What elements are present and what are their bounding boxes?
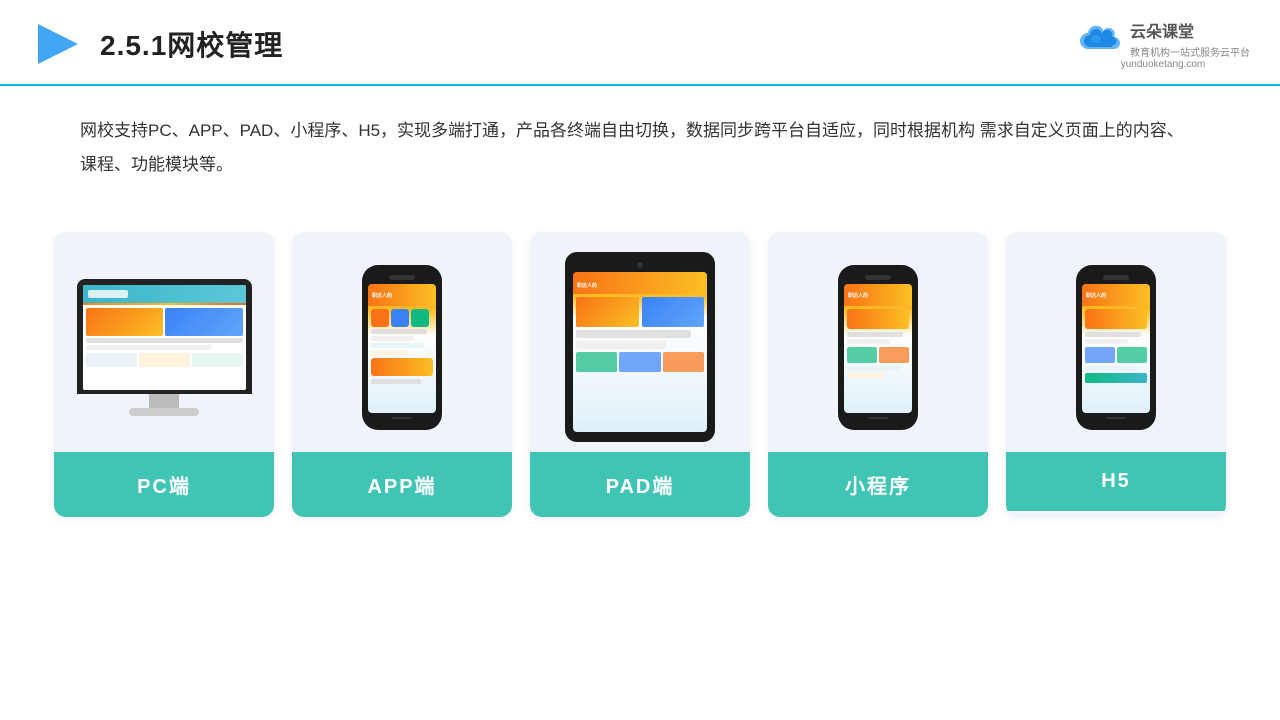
logo-arrow-icon bbox=[30, 18, 82, 70]
miniapp-phone-icon: 职达人的 bbox=[838, 265, 918, 430]
card-pc: PC端 bbox=[54, 232, 274, 517]
cards-container: PC端 职达人的 bbox=[0, 202, 1280, 517]
header-right: 云朵课堂 教育机构一站式服务云平台 yunduoketang.com bbox=[1076, 18, 1250, 70]
card-h5-image: 职达人的 bbox=[1006, 232, 1226, 452]
card-pad: 职达人的 bbox=[530, 232, 750, 517]
description-text: 网校支持PC、APP、PAD、小程序、H5，实现多端打通，产品各终端自由切换，数… bbox=[0, 86, 1280, 192]
app-phone-icon: 职达人的 bbox=[362, 265, 442, 430]
brand-logo: 云朵课堂 教育机构一站式服务云平台 bbox=[1076, 18, 1250, 59]
card-pc-label: PC端 bbox=[54, 452, 274, 517]
card-h5-label: H5 bbox=[1006, 452, 1226, 511]
card-app: 职达人的 bbox=[292, 232, 512, 517]
card-pc-image bbox=[54, 232, 274, 452]
card-miniapp-label: 小程序 bbox=[768, 452, 988, 517]
pad-tablet-icon: 职达人的 bbox=[565, 252, 715, 442]
pc-monitor-icon bbox=[77, 279, 252, 416]
header-left: 2.5.1网校管理 bbox=[30, 18, 283, 70]
brand-name: 云朵课堂 bbox=[1130, 18, 1250, 42]
card-h5: 职达人的 H5 bbox=[1006, 232, 1226, 517]
cloud-icon bbox=[1076, 23, 1124, 55]
card-app-image: 职达人的 bbox=[292, 232, 512, 452]
card-miniapp: 职达人的 小程序 bbox=[768, 232, 988, 517]
header: 2.5.1网校管理 云朵课堂 教育机构一站式服务云平台 yunduoketang… bbox=[0, 0, 1280, 86]
page-title: 2.5.1网校管理 bbox=[100, 24, 283, 64]
card-pad-label: PAD端 bbox=[530, 452, 750, 517]
brand-name-group: 云朵课堂 教育机构一站式服务云平台 bbox=[1130, 18, 1250, 59]
brand-tagline: 教育机构一站式服务云平台 bbox=[1130, 44, 1250, 59]
card-app-label: APP端 bbox=[292, 452, 512, 517]
brand-url: yunduoketang.com bbox=[1121, 59, 1206, 70]
card-miniapp-image: 职达人的 bbox=[768, 232, 988, 452]
card-pad-image: 职达人的 bbox=[530, 232, 750, 452]
h5-phone-icon: 职达人的 bbox=[1076, 265, 1156, 430]
